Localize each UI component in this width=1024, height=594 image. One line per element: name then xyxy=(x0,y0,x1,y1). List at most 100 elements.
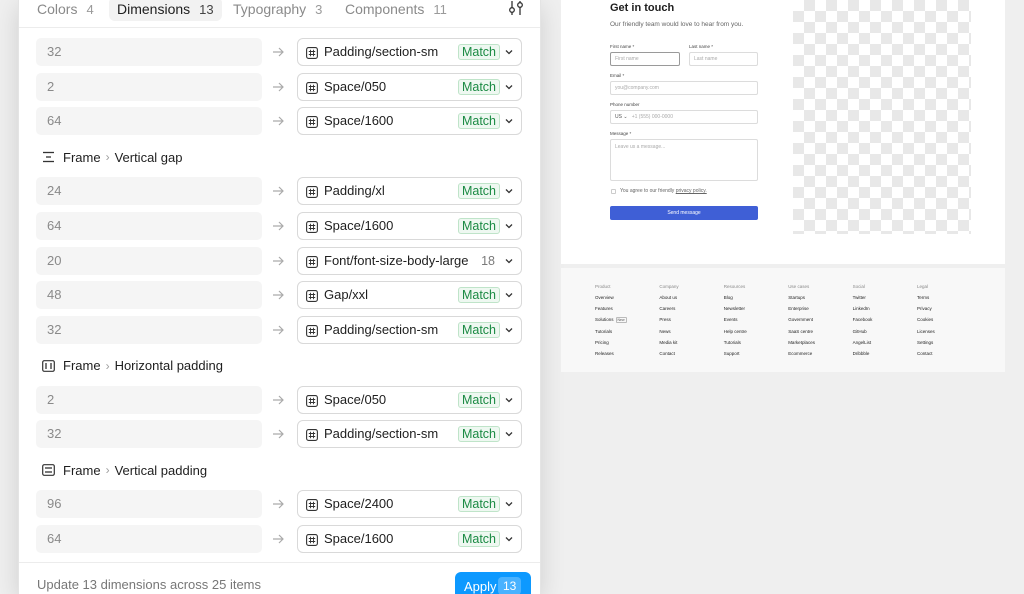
footer-link[interactable]: Pricing xyxy=(595,340,609,345)
match-badge: Match xyxy=(457,44,500,60)
contact-page-preview: Get in touch Our friendly team would lov… xyxy=(561,0,1005,264)
token-name: Space/1600 xyxy=(324,217,394,233)
tab-typography[interactable]: Typography 3 xyxy=(225,0,330,21)
privacy-agree-text: You agree to our friendly privacy policy… xyxy=(620,188,707,194)
footer-link[interactable]: Startups xyxy=(788,295,805,300)
apply-label: Apply xyxy=(464,579,497,594)
token-select[interactable]: Padding/section-sm Match xyxy=(297,38,522,66)
token-select[interactable]: Gap/xxl Match xyxy=(297,281,522,310)
token-select[interactable]: Space/2400 Match xyxy=(297,490,522,518)
footer-link[interactable]: Releases xyxy=(595,351,614,356)
footer-link[interactable]: AngelList xyxy=(853,340,872,345)
token-name: Padding/section-sm xyxy=(324,321,439,337)
current-value: 64 xyxy=(36,211,262,240)
token-select[interactable]: Space/1600 Match xyxy=(297,211,522,240)
message-field[interactable]: Leave us a message... xyxy=(610,139,758,181)
footer-link[interactable]: Facebook xyxy=(853,317,873,322)
match-badge: Match xyxy=(457,530,500,547)
footer-link[interactable]: Settings xyxy=(917,340,933,345)
footer-link[interactable]: Tutorials xyxy=(595,329,612,334)
tab-dimensions[interactable]: Dimensions 13 xyxy=(109,0,222,21)
footer-column: Product Overview Features Solutions New Tutor… xyxy=(595,284,627,362)
variable-number-icon xyxy=(306,186,318,199)
token-select[interactable]: Space/050 Match xyxy=(297,72,522,101)
match-badge: Match xyxy=(457,287,500,304)
footer-link[interactable]: Ecommerce xyxy=(788,351,812,356)
tab-label: Components xyxy=(345,1,425,17)
token-select[interactable]: Font/font-size-body-large 18 xyxy=(297,246,522,275)
footer-link[interactable]: About us xyxy=(659,295,677,300)
footer-column: Resources Blog Newsletter Events Help centre… xyxy=(724,284,747,362)
agree-text: You agree to our friendly xyxy=(620,188,675,194)
token-select[interactable]: Space/1600 Match xyxy=(297,524,522,553)
token-value: 18 xyxy=(481,253,495,268)
phone-country-select[interactable]: US ⌄ xyxy=(615,114,628,120)
footer-link[interactable]: Blog xyxy=(724,295,733,300)
table-row: 20 Font/font-size-body-large 18 xyxy=(19,246,540,275)
footer-link[interactable]: Overview xyxy=(595,295,614,300)
footer-link[interactable]: Contact xyxy=(917,351,933,356)
token-name: Padding/xl xyxy=(324,183,385,199)
footer-link[interactable]: Features xyxy=(595,306,613,311)
tab-colors[interactable]: Colors 4 xyxy=(29,0,102,21)
footer-link[interactable]: Tutorials xyxy=(724,340,741,345)
table-row: 96 Space/2400 Match xyxy=(19,490,540,518)
footer-link[interactable]: Government xyxy=(788,317,813,322)
apply-button[interactable]: Apply 13 xyxy=(455,572,531,594)
token-select[interactable]: Padding/xl Match xyxy=(297,177,522,206)
footer-link[interactable]: Newsletter xyxy=(724,306,745,311)
token-select[interactable]: Space/050 Match xyxy=(297,385,522,414)
footer-link[interactable]: News xyxy=(659,329,670,334)
footer-link[interactable]: Contact xyxy=(659,351,675,356)
current-value: 96 xyxy=(36,490,262,518)
footer-link[interactable]: Media kit xyxy=(659,340,677,345)
token-select[interactable]: Padding/section-sm Match xyxy=(297,315,522,344)
match-badge: Match xyxy=(457,217,500,234)
phone-field[interactable]: US ⌄ +1 (555) 000-0000 xyxy=(610,110,758,124)
footer-link[interactable]: GitHub xyxy=(853,329,867,334)
footer-link[interactable]: Help centre xyxy=(724,329,747,334)
footer-link[interactable]: Privacy xyxy=(917,306,932,311)
send-message-button[interactable]: Send message xyxy=(610,206,758,220)
match-badge: Match xyxy=(457,321,500,338)
footer-link[interactable]: Twitter xyxy=(853,295,866,300)
tab-components[interactable]: Components 11 xyxy=(337,0,455,21)
token-name: Font/font-size-body-large xyxy=(324,252,469,268)
footer-link[interactable]: Solutions xyxy=(595,317,614,322)
last-name-field[interactable]: Last name xyxy=(689,52,758,66)
chevron-down-icon xyxy=(505,502,513,507)
footer-link[interactable]: Press xyxy=(659,317,671,322)
footer-link[interactable]: Cookies xyxy=(917,317,933,322)
tab-label: Dimensions xyxy=(117,1,191,17)
footer-link[interactable]: SaaS centre xyxy=(788,329,813,334)
footer-link[interactable]: Marketplaces xyxy=(788,340,815,345)
footer-link[interactable]: Enterprise xyxy=(788,306,809,311)
footer-link[interactable]: Dribbble xyxy=(853,351,870,356)
table-row: 2 Space/050 Match xyxy=(19,72,540,101)
settings-sliders-icon[interactable] xyxy=(507,0,525,16)
footer-link[interactable]: Licenses xyxy=(917,329,935,334)
footer-column-heading: Social xyxy=(852,284,865,289)
privacy-checkbox[interactable] xyxy=(611,189,616,194)
match-badge: Match xyxy=(457,183,500,200)
email-field[interactable]: you@company.com xyxy=(610,81,758,95)
footer-link[interactable]: LinkedIn xyxy=(853,306,870,311)
group-header: Frame › Vertical gap xyxy=(42,149,183,165)
panel-footer: Update 13 dimensions across 25 items App… xyxy=(19,562,540,594)
footer-link[interactable]: Careers xyxy=(659,306,675,311)
table-row: 32 Padding/section-sm Match xyxy=(19,420,540,449)
group-frame: Frame xyxy=(63,358,101,374)
privacy-policy-link[interactable]: privacy policy. xyxy=(676,188,707,194)
token-select[interactable]: Space/1600 Match xyxy=(297,107,522,136)
footer-link[interactable]: Events xyxy=(724,317,738,322)
table-row: 32 Padding/section-sm Match xyxy=(19,38,540,66)
variable-number-icon xyxy=(306,533,318,546)
first-name-field[interactable]: First name xyxy=(610,52,680,66)
chevron-down-icon xyxy=(505,119,513,124)
chevron-down-icon xyxy=(505,258,513,263)
footer-link[interactable]: Terms xyxy=(917,295,929,300)
group-frame: Frame xyxy=(63,149,101,165)
dimension-list[interactable]: 32 Padding/section-sm Match 2 Space/050 … xyxy=(19,28,540,562)
token-select[interactable]: Padding/section-sm Match xyxy=(297,420,522,449)
footer-link[interactable]: Support xyxy=(724,351,740,356)
